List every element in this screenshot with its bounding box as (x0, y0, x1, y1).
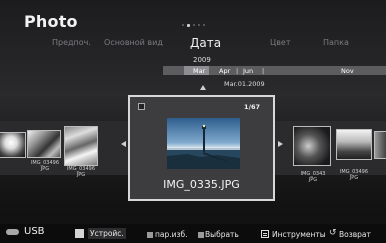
tab-folder[interactable]: Папка (323, 38, 349, 47)
timeline-month-mar[interactable]: Mar (193, 67, 205, 75)
chevron-right-icon[interactable] (278, 141, 283, 147)
tab-favorites[interactable]: Предпоч. (52, 38, 91, 47)
tab-color[interactable]: Цвет (270, 38, 291, 47)
page-dot (182, 24, 184, 26)
thumbnail-caption: IMG_03496 JPG (30, 160, 60, 172)
photo-filename: IMG_0335.JPG (163, 178, 240, 191)
timeline-separator: | (236, 67, 239, 75)
timeline-year: 2009 (193, 56, 211, 64)
timeline-month-nov[interactable]: Nov (341, 67, 354, 75)
device-button-icon[interactable] (75, 229, 84, 238)
hint-return[interactable]: Возврат (339, 230, 371, 239)
return-icon: ↺ (329, 228, 337, 238)
tab-date[interactable]: Дата (190, 36, 221, 50)
chevron-left-icon[interactable] (121, 141, 126, 147)
usb-drive-icon (6, 229, 19, 235)
device-label[interactable]: Устройс. (88, 228, 126, 239)
timeline-separator: | (262, 67, 265, 75)
up-arrow-icon[interactable] (200, 85, 206, 90)
thumbnail[interactable] (293, 126, 331, 166)
lighthouse-image (167, 124, 240, 169)
page-dot-active (187, 23, 190, 27)
thumbnail-caption: IMG_03496 JPG (66, 166, 96, 178)
photo-counter: 1/67 (244, 103, 260, 111)
thumbnail[interactable] (0, 132, 26, 158)
timeline-month-jun[interactable]: Jun (243, 67, 253, 75)
thumbnail[interactable] (64, 126, 98, 166)
tab-basic-view[interactable]: Основной вид (104, 38, 163, 47)
page-title: Photo (24, 12, 78, 31)
bottom-hint-bar: USB Устройс. пар.изб. Выбрать Инструмент… (0, 224, 386, 243)
page-dot (203, 24, 205, 26)
page-dot (198, 24, 200, 26)
photo-browser-screen: Photo Предпоч. Основной вид Дата Цвет Па… (0, 0, 386, 243)
thumbnail[interactable] (336, 129, 372, 160)
focused-photo[interactable]: 1/67 IMG_0335.JPG (128, 95, 275, 201)
photo-preview (167, 118, 240, 169)
page-dot (193, 24, 195, 26)
thumbnail-caption: IMG_03496 JPG (339, 169, 369, 181)
source-label: USB (24, 226, 45, 237)
thumbnail[interactable] (27, 130, 61, 158)
view-tabs: Предпоч. Основной вид Дата Цвет Папка (0, 36, 386, 54)
page-indicator (182, 23, 205, 27)
timeline-month-apr[interactable]: Apr (219, 67, 230, 75)
thumbnail-caption: IMG_0343 JPG (300, 171, 326, 183)
hint-favorite[interactable]: пар.изб. (155, 230, 188, 239)
hint-tools[interactable]: Инструменты (272, 230, 326, 239)
thumbnail[interactable] (374, 131, 386, 159)
select-checkbox[interactable] (138, 103, 145, 110)
tools-icon (261, 230, 269, 238)
current-date: Mar.01.2009 (224, 80, 265, 88)
color-key-icon (198, 232, 204, 238)
hint-select[interactable]: Выбрать (205, 230, 239, 239)
date-timeline[interactable]: Mar Apr | Jun | Nov (163, 66, 386, 75)
color-key-icon (147, 232, 153, 238)
